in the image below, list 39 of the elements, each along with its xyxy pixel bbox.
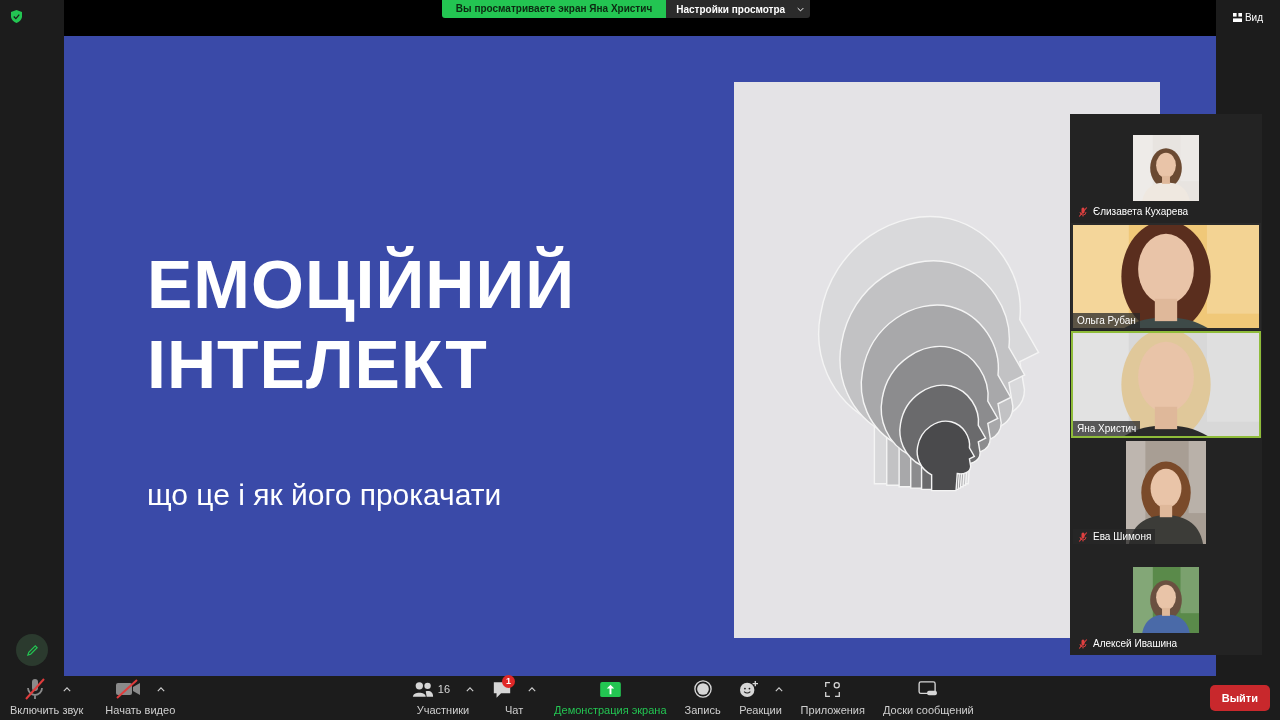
video-tile[interactable]: Ольга Рубан [1071,223,1261,330]
caret-icon[interactable] [62,686,71,692]
chevron-down-icon [797,6,805,12]
participant-name: Алексей Ивашина [1093,637,1178,651]
view-options-button[interactable]: Настройки просмотра [666,0,811,18]
slide-subtitle: що це і як його прокачати [147,477,503,513]
screen-share-banner: Вы просматриваете экран Яна Христич [441,0,667,18]
smiley-icon [738,680,759,699]
record-icon [693,680,712,699]
caret-icon[interactable] [466,686,475,692]
leave-button[interactable]: Выйти [1209,684,1270,712]
pencil-icon [25,643,39,657]
toolbar-button[interactable]: Демонстрация экрана [554,702,667,719]
people-icon [411,680,434,698]
toolbar-button[interactable]: Чат [505,702,524,719]
participant-name: Яна Христич [1077,422,1137,436]
toolbar-button[interactable]: Запись [684,702,721,719]
whiteboard-icon [918,681,939,698]
video-tile[interactable]: Яна Христич [1071,331,1261,438]
toolbar-button[interactable]: Включить звук [10,702,84,719]
toolbar-button[interactable]: Участники [416,702,470,719]
toolbar-button[interactable]: Приложения [800,702,865,719]
toolbar-button[interactable]: Доски сообщений [882,702,974,719]
share-screen-icon [599,681,621,697]
annotate-button[interactable] [16,634,48,666]
participant-name: Ольга Рубан [1077,314,1136,328]
toolbar-button[interactable]: Реакции [739,702,782,719]
slide-title: ЕМОЦІЙНИЙ [147,245,576,324]
participant-count: 16 [437,682,451,697]
toolbar-button[interactable]: Начать видео [105,702,176,719]
caret-icon[interactable] [774,686,783,692]
participant-name: Ева Шимоня [1093,530,1152,544]
participant-name: Єлизавета Кухарева [1093,205,1189,219]
grid-icon [1232,13,1242,22]
caret-icon[interactable] [157,686,166,692]
shield-icon[interactable] [11,10,22,23]
apps-icon [824,680,842,698]
slide-title: ІНТЕЛЕКТ [147,325,489,404]
caret-icon[interactable] [528,686,537,692]
